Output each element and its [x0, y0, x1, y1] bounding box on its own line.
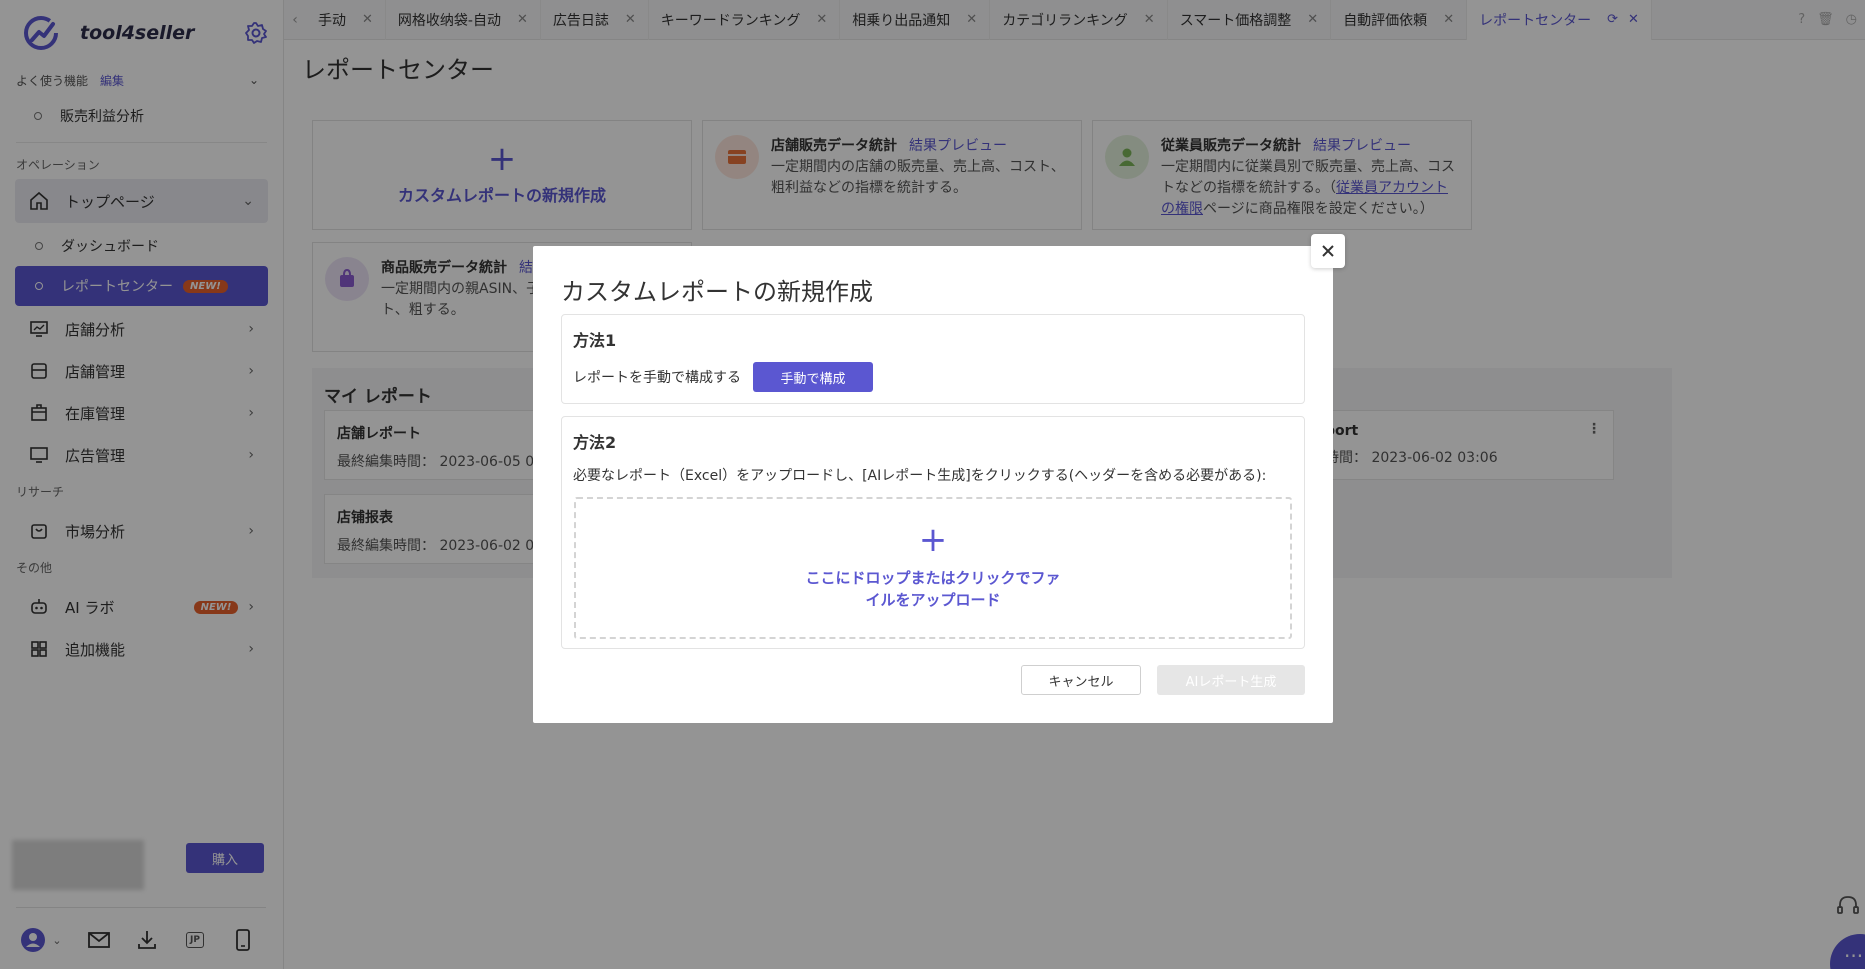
file-upload-dropzone[interactable]: + ここにドロップまたはクリックでファイルをアップロード	[574, 497, 1292, 639]
manual-configure-button[interactable]: 手動で構成	[753, 362, 873, 392]
method-2-text: 必要なレポート（Excel）をアップロードし、[AIレポート生成]をクリックする…	[573, 468, 1267, 484]
plus-icon: +	[918, 520, 948, 560]
modal-close-button[interactable]	[1311, 234, 1345, 268]
close-icon	[1322, 245, 1334, 257]
cancel-button[interactable]: キャンセル	[1021, 665, 1141, 695]
modal-title: カスタムレポートの新規作成	[561, 278, 873, 306]
custom-report-modal: カスタムレポートの新規作成 方法1 レポートを手動で構成する 手動で構成 方法2…	[533, 246, 1333, 723]
method-2-section: 方法2 必要なレポート（Excel）をアップロードし、[AIレポート生成]をクリ…	[561, 416, 1305, 649]
method-1-text: レポートを手動で構成する	[573, 370, 741, 386]
method-1-section: 方法1 レポートを手動で構成する 手動で構成	[561, 314, 1305, 404]
method-2-heading: 方法2	[573, 433, 617, 452]
method-1-heading: 方法1	[573, 331, 617, 350]
ai-report-generate-button[interactable]: AIレポート生成	[1157, 665, 1305, 695]
dropzone-text: ここにドロップまたはクリックでファイルをアップロード	[805, 569, 1061, 609]
